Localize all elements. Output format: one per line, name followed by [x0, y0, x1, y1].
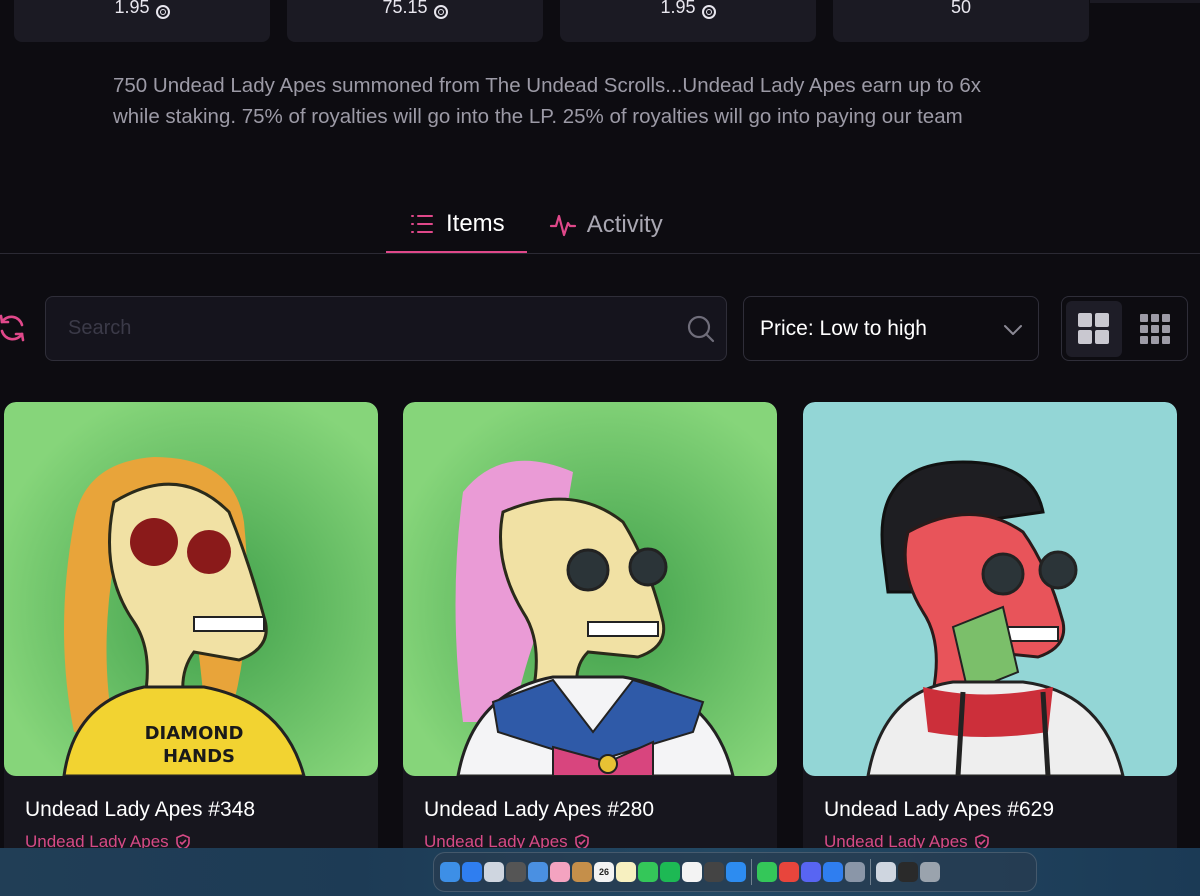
sort-selected-value: Price: Low to high — [760, 316, 927, 340]
tab-divider — [0, 253, 1200, 254]
shirt-text: DIAMOND — [145, 723, 244, 744]
nft-image[interactable] — [403, 402, 777, 776]
textedit-icon[interactable] — [682, 862, 702, 882]
macos-dock: 26 — [433, 852, 1037, 892]
nft-title[interactable]: Undead Lady Apes #629 — [824, 798, 1054, 822]
preview-icon[interactable] — [845, 862, 865, 882]
script-editor-icon[interactable] — [704, 862, 724, 882]
stats-row: 1.95 75.15 1.95 50 — [14, 0, 1089, 42]
search-field — [45, 296, 727, 361]
nft-card[interactable]: Undead Lady Apes #280 Undead Lady Apes — [403, 402, 777, 862]
chevron-down-icon — [1004, 325, 1022, 335]
safari-icon[interactable] — [726, 862, 746, 882]
dock-separator — [751, 859, 752, 885]
nft-card[interactable]: DIAMOND HANDS Undead Lady Apes #348 Unde… — [4, 402, 378, 862]
activity-icon — [549, 214, 576, 237]
refresh-icon[interactable] — [0, 312, 28, 344]
sort-dropdown[interactable]: Price: Low to high — [743, 296, 1039, 361]
tab-bar: Items Activity — [386, 196, 685, 254]
chrome-icon[interactable] — [779, 862, 799, 882]
calendar-icon[interactable]: 26 — [594, 862, 614, 882]
coin-icon — [433, 5, 448, 19]
recent-window-icon[interactable] — [876, 862, 896, 882]
stat-value: 1.95 — [660, 0, 696, 17]
notes-folder-icon[interactable] — [572, 862, 592, 882]
messages-icon[interactable] — [757, 862, 777, 882]
search-input[interactable] — [68, 297, 688, 360]
stat-card-volume: 75.15 — [287, 0, 543, 42]
discord-icon[interactable] — [801, 862, 821, 882]
view-mode-toggle — [1061, 296, 1188, 361]
small-grid-icon — [1140, 313, 1171, 344]
shirt-text: HANDS — [163, 746, 235, 767]
large-grid-button[interactable] — [1066, 300, 1122, 357]
notes-icon[interactable] — [616, 862, 636, 882]
stat-card-floor: 1.95 — [14, 0, 270, 42]
divider — [1090, 0, 1200, 3]
nft-image[interactable] — [803, 402, 1177, 776]
stat-value: 50 — [950, 0, 972, 17]
small-grid-button[interactable] — [1128, 301, 1184, 357]
nft-title[interactable]: Undead Lady Apes #280 — [424, 798, 654, 822]
calculator-icon[interactable] — [506, 862, 526, 882]
coin-icon — [701, 5, 716, 19]
app-store-icon[interactable] — [462, 862, 482, 882]
stat-value: 75.15 — [382, 0, 428, 17]
trash-icon[interactable] — [920, 862, 940, 882]
nft-image[interactable]: DIAMOND HANDS — [4, 402, 378, 776]
tab-label: Items — [446, 209, 505, 237]
collection-description: 750 Undead Lady Apes summoned from The U… — [113, 74, 982, 128]
launchpad-icon[interactable] — [484, 862, 504, 882]
tab-items[interactable]: Items — [386, 196, 527, 254]
list-icon — [411, 214, 433, 233]
search-icon[interactable] — [686, 314, 716, 344]
large-grid-icon — [1078, 313, 1110, 344]
nft-card[interactable]: Undead Lady Apes #629 Undead Lady Apes — [803, 402, 1177, 862]
mail-icon[interactable] — [528, 862, 548, 882]
spotify-icon[interactable] — [660, 862, 680, 882]
coin-icon — [155, 5, 170, 19]
stat-card-average: 1.95 — [560, 0, 816, 42]
stat-card-count: 50 — [833, 0, 1089, 42]
tab-activity[interactable]: Activity — [527, 196, 685, 254]
xcode-icon[interactable] — [823, 862, 843, 882]
terminal-window-icon[interactable] — [898, 862, 918, 882]
tab-label: Activity — [586, 211, 663, 238]
stat-value: 1.95 — [114, 0, 150, 17]
nft-title[interactable]: Undead Lady Apes #348 — [25, 798, 255, 822]
finder-icon[interactable] — [440, 862, 460, 882]
dock-separator — [870, 859, 871, 885]
facetime-icon[interactable] — [638, 862, 658, 882]
photos-icon[interactable] — [550, 862, 570, 882]
